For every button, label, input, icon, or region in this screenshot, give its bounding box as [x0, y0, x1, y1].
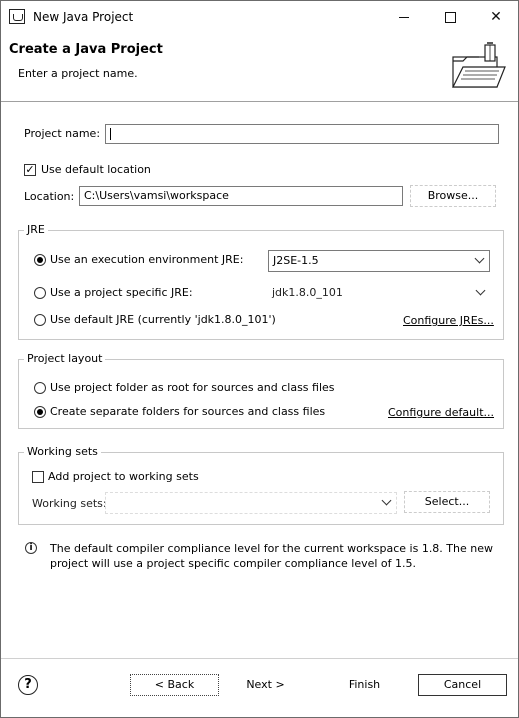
- location-label: Location:: [24, 190, 75, 203]
- page-subtitle: Enter a project name.: [18, 67, 138, 80]
- chevron-down-icon: [474, 253, 485, 264]
- project-specific-jre-select[interactable]: jdk1.8.0_101: [268, 283, 490, 305]
- minimize-icon: [399, 17, 409, 18]
- use-default-location-checkbox[interactable]: ✓: [24, 164, 36, 176]
- java-app-icon: [9, 9, 25, 24]
- project-name-input[interactable]: [105, 124, 499, 144]
- layout-project-root-label: Use project folder as root for sources a…: [50, 381, 335, 394]
- working-sets-label: Working sets:: [32, 497, 107, 510]
- jre-group-title: JRE: [24, 223, 48, 236]
- compliance-info-line-1: The default compiler compliance level fo…: [50, 542, 493, 555]
- project-name-label: Project name:: [24, 127, 101, 140]
- info-icon: i: [25, 542, 37, 554]
- configure-default-link[interactable]: Configure default...: [388, 406, 494, 419]
- layout-separate-folders-radio[interactable]: [34, 406, 46, 418]
- new-java-project-dialog: New Java Project ✕ Create a Java Project…: [0, 0, 519, 718]
- finish-button[interactable]: Finish: [320, 674, 409, 696]
- back-button[interactable]: < Back: [130, 674, 219, 696]
- title-bar[interactable]: New Java Project ✕: [1, 1, 518, 33]
- chevron-down-icon: [381, 495, 392, 506]
- working-sets-group: [18, 452, 504, 525]
- cancel-button[interactable]: Cancel: [418, 674, 507, 696]
- execution-environment-select[interactable]: J2SE-1.5: [268, 250, 490, 272]
- page-title: Create a Java Project: [9, 42, 163, 57]
- jre-execution-environment-radio[interactable]: [34, 254, 46, 266]
- browse-button[interactable]: Browse...: [410, 185, 496, 207]
- layout-separate-folders-label: Create separate folders for sources and …: [50, 405, 326, 418]
- jre-default-label: Use default JRE (currently 'jdk1.8.0_101…: [50, 313, 276, 326]
- jre-execution-environment-label: Use an execution environment JRE:: [50, 253, 244, 266]
- project-layout-group-title: Project layout: [24, 352, 106, 365]
- jre-project-specific-label: Use a project specific JRE:: [50, 286, 193, 299]
- next-button[interactable]: Next >: [221, 674, 310, 696]
- compliance-info-line-2: project will use a project specific comp…: [50, 557, 417, 570]
- close-button[interactable]: ✕: [473, 1, 519, 33]
- jre-project-specific-radio[interactable]: [34, 287, 46, 299]
- location-input[interactable]: C:\Users\vamsi\workspace: [79, 186, 403, 206]
- footer-divider: [1, 658, 518, 659]
- layout-project-root-radio[interactable]: [34, 382, 46, 394]
- jre-default-radio[interactable]: [34, 314, 46, 326]
- add-to-working-sets-checkbox[interactable]: [32, 471, 44, 483]
- maximize-button[interactable]: [427, 1, 473, 33]
- window-title: New Java Project: [33, 10, 134, 24]
- chevron-down-icon: [475, 285, 486, 296]
- maximize-icon: [445, 12, 456, 23]
- add-to-working-sets-label: Add project to working sets: [48, 470, 199, 483]
- wizard-banner-folder-icon: [452, 42, 506, 88]
- header-divider: [1, 101, 518, 102]
- select-working-sets-button[interactable]: Select...: [404, 491, 490, 513]
- text-cursor: [110, 128, 111, 140]
- use-default-location-label: Use default location: [41, 163, 151, 176]
- minimize-button[interactable]: [381, 1, 427, 33]
- help-icon[interactable]: ?: [18, 675, 38, 695]
- configure-jres-link[interactable]: Configure JREs...: [403, 314, 494, 327]
- working-sets-select[interactable]: [105, 492, 397, 514]
- close-icon: ✕: [490, 9, 502, 25]
- working-sets-group-title: Working sets: [24, 445, 101, 458]
